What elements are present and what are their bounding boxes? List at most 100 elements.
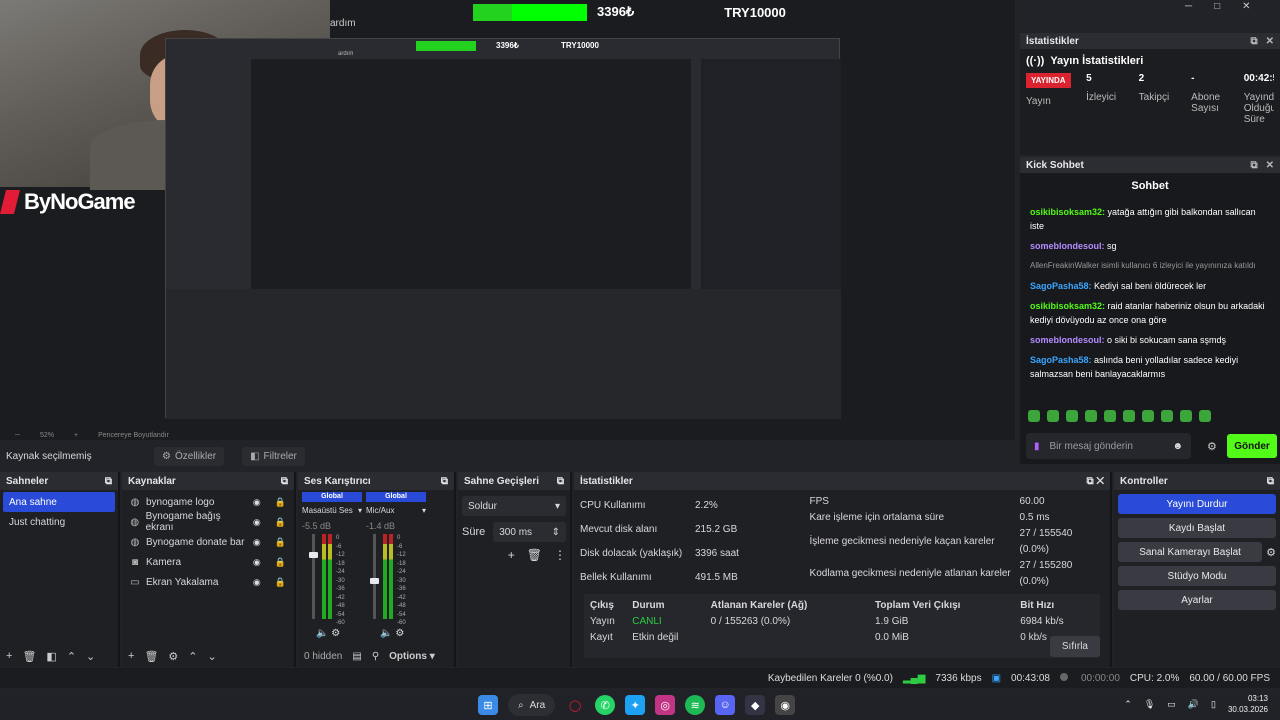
filters-button[interactable]: ◧ Filtreler bbox=[242, 446, 305, 466]
search-box[interactable]: ⌕ Ara bbox=[508, 694, 556, 716]
chat-username[interactable]: someblondesoul: bbox=[1030, 241, 1105, 251]
fit-window-label[interactable]: Pencereye Boyutlandır bbox=[98, 432, 169, 439]
undock-icon[interactable]: ⧉ bbox=[441, 476, 448, 487]
chevron-up-icon[interactable]: ⌃ bbox=[1124, 699, 1132, 710]
mic-icon[interactable]: 🎙 bbox=[1144, 699, 1155, 710]
zoom-out-icon[interactable]: ─ bbox=[15, 432, 20, 439]
volume-knob[interactable] bbox=[309, 552, 318, 559]
lock-icon[interactable]: 🔒 bbox=[275, 537, 286, 548]
start-virtual-cam-button[interactable]: Sanal Kamerayı Başlat bbox=[1118, 542, 1263, 562]
filter-icon[interactable]: ◧ bbox=[46, 650, 56, 663]
undock-close-icons[interactable]: ⧉ ✕ bbox=[1086, 476, 1104, 487]
chat-username[interactable]: someblondesoul: bbox=[1030, 335, 1105, 345]
opera-icon[interactable]: ◯ bbox=[565, 695, 585, 715]
visibility-eye-icon[interactable]: ◉ bbox=[253, 537, 261, 548]
speaker-icon[interactable]: 🔈 ⚙ bbox=[380, 628, 404, 639]
settings-button[interactable]: Ayarlar bbox=[1118, 590, 1276, 610]
undock-icon[interactable]: ⧉ bbox=[105, 476, 112, 487]
emote-icon[interactable] bbox=[1161, 410, 1173, 422]
transition-select[interactable]: Soldur ▾ bbox=[462, 496, 566, 516]
emote-icon[interactable] bbox=[1028, 410, 1040, 422]
visibility-eye-icon[interactable]: ◉ bbox=[253, 557, 261, 568]
duration-spinbox[interactable]: 300 ms ⇕ bbox=[493, 522, 566, 542]
chat-username[interactable]: osikibisoksam32: bbox=[1030, 207, 1105, 217]
emote-icon[interactable] bbox=[1047, 410, 1059, 422]
visibility-eye-icon[interactable]: ◉ bbox=[253, 497, 261, 508]
source-item[interactable]: ◍ Bynogame donate bar ◉ 🔒 bbox=[122, 532, 294, 552]
undock-icon[interactable]: ⧉ bbox=[1250, 160, 1257, 171]
start-icon[interactable]: ⊞ bbox=[478, 695, 498, 715]
discord-icon[interactable]: ☺ bbox=[715, 695, 736, 715]
close-icon[interactable]: ✕ bbox=[1266, 160, 1274, 171]
undock-icon[interactable]: ⧉ bbox=[281, 476, 288, 487]
whatsapp-icon[interactable]: ✆ bbox=[595, 695, 616, 715]
spin-icon[interactable]: ⇕ bbox=[552, 527, 560, 538]
instagram-icon[interactable]: ◎ bbox=[655, 695, 676, 715]
spotify-icon[interactable]: ≋ bbox=[685, 695, 706, 715]
emoji-icon[interactable]: ☻ bbox=[1172, 441, 1183, 452]
emote-icon[interactable] bbox=[1180, 410, 1192, 422]
properties-button[interactable]: ⚙ Özellikler bbox=[154, 446, 225, 466]
program-preview[interactable]: ByNoGame ardım 3396₺ TRY10000 3396₺ TRY1… bbox=[0, 0, 1015, 440]
down-icon[interactable]: ⌄ bbox=[86, 650, 95, 663]
layout-icon[interactable]: ▤ bbox=[352, 651, 361, 662]
undock-icon[interactable]: ⧉ bbox=[557, 476, 564, 487]
undock-icon[interactable]: ⧉ bbox=[1267, 476, 1274, 487]
trash-icon[interactable]: 🗑 bbox=[527, 548, 542, 562]
volume-icon[interactable]: 🔊 bbox=[1188, 699, 1199, 710]
speaker-icon[interactable]: 🔈 ⚙ bbox=[316, 628, 340, 639]
up-icon[interactable]: ⌃ bbox=[188, 650, 197, 663]
microphone-icon[interactable]: ▮ bbox=[1034, 441, 1040, 452]
hidden-count[interactable]: 0 hidden bbox=[304, 651, 342, 662]
chat-input[interactable]: ▮ Bir mesaj gönderin ☻ bbox=[1026, 433, 1191, 459]
chat-settings-gear-icon[interactable]: ⚙ bbox=[1207, 440, 1217, 453]
trash-icon[interactable]: 🗑 bbox=[22, 650, 36, 663]
visibility-eye-icon[interactable]: ◉ bbox=[253, 577, 261, 588]
lock-icon[interactable]: 🔒 bbox=[275, 517, 286, 528]
scene-item[interactable]: Just chatting bbox=[3, 512, 115, 532]
undock-icon[interactable]: ⧉ bbox=[1250, 36, 1257, 47]
stop-stream-button[interactable]: Yayını Durdur bbox=[1118, 494, 1276, 514]
scene-item[interactable]: Ana sahne bbox=[3, 492, 115, 512]
channel-name-row[interactable]: Mic/Aux ▾ bbox=[366, 506, 426, 515]
volume-slider-mic[interactable] bbox=[370, 534, 379, 619]
add-icon[interactable]: + bbox=[6, 650, 12, 662]
lock-icon[interactable]: 🔒 bbox=[275, 557, 286, 568]
link-icon[interactable]: ⚲ bbox=[372, 651, 379, 662]
options-button[interactable]: Options ▾ bbox=[389, 651, 435, 662]
maximize-button[interactable]: □ bbox=[1214, 1, 1220, 12]
emote-icon[interactable] bbox=[1066, 410, 1078, 422]
volume-slider-desktop[interactable] bbox=[309, 534, 318, 619]
lock-icon[interactable]: 🔒 bbox=[275, 497, 286, 508]
emote-icon[interactable] bbox=[1085, 410, 1097, 422]
source-item[interactable]: ◍ bynogame logo ◉ 🔒 bbox=[122, 492, 294, 512]
emote-icon[interactable] bbox=[1199, 410, 1211, 422]
trash-icon[interactable]: 🗑 bbox=[144, 650, 158, 663]
twitter-icon[interactable]: ✦ bbox=[625, 695, 646, 715]
chat-send-button[interactable]: Gönder bbox=[1227, 434, 1277, 458]
battery-icon[interactable]: ▯ bbox=[1211, 699, 1216, 710]
down-icon[interactable]: ⌄ bbox=[208, 650, 217, 663]
channel-name-row[interactable]: Masaüstü Ses ▾ bbox=[302, 506, 362, 515]
zoom-in-icon[interactable]: + bbox=[74, 432, 78, 439]
clock[interactable]: 03:13 30.03.2026 bbox=[1228, 693, 1268, 715]
emote-icon[interactable] bbox=[1123, 410, 1135, 422]
gear-icon[interactable]: ⚙ bbox=[1266, 546, 1276, 559]
start-recording-button[interactable]: Kaydı Başlat bbox=[1118, 518, 1276, 538]
more-icon[interactable]: ⋮ bbox=[554, 548, 566, 562]
studio-mode-button[interactable]: Stüdyo Modu bbox=[1118, 566, 1276, 586]
network-icon[interactable]: ▭ bbox=[1167, 699, 1176, 710]
chat-username[interactable]: SagoPasha58: bbox=[1030, 355, 1092, 365]
chat-username[interactable]: osikibisoksam32: bbox=[1030, 301, 1105, 311]
emote-icon[interactable] bbox=[1142, 410, 1154, 422]
source-item[interactable]: ◙ Kamera ◉ 🔒 bbox=[122, 552, 294, 572]
add-icon[interactable]: + bbox=[508, 548, 515, 562]
add-icon[interactable]: + bbox=[128, 650, 134, 662]
gear-icon[interactable]: ⚙ bbox=[168, 650, 178, 663]
chat-username[interactable]: SagoPasha58: bbox=[1030, 281, 1092, 291]
volume-knob[interactable] bbox=[370, 577, 379, 584]
emote-icon[interactable] bbox=[1104, 410, 1116, 422]
obs-icon[interactable]: ◉ bbox=[775, 695, 796, 715]
close-icon[interactable]: ✕ bbox=[1266, 36, 1274, 47]
up-icon[interactable]: ⌃ bbox=[67, 650, 76, 663]
